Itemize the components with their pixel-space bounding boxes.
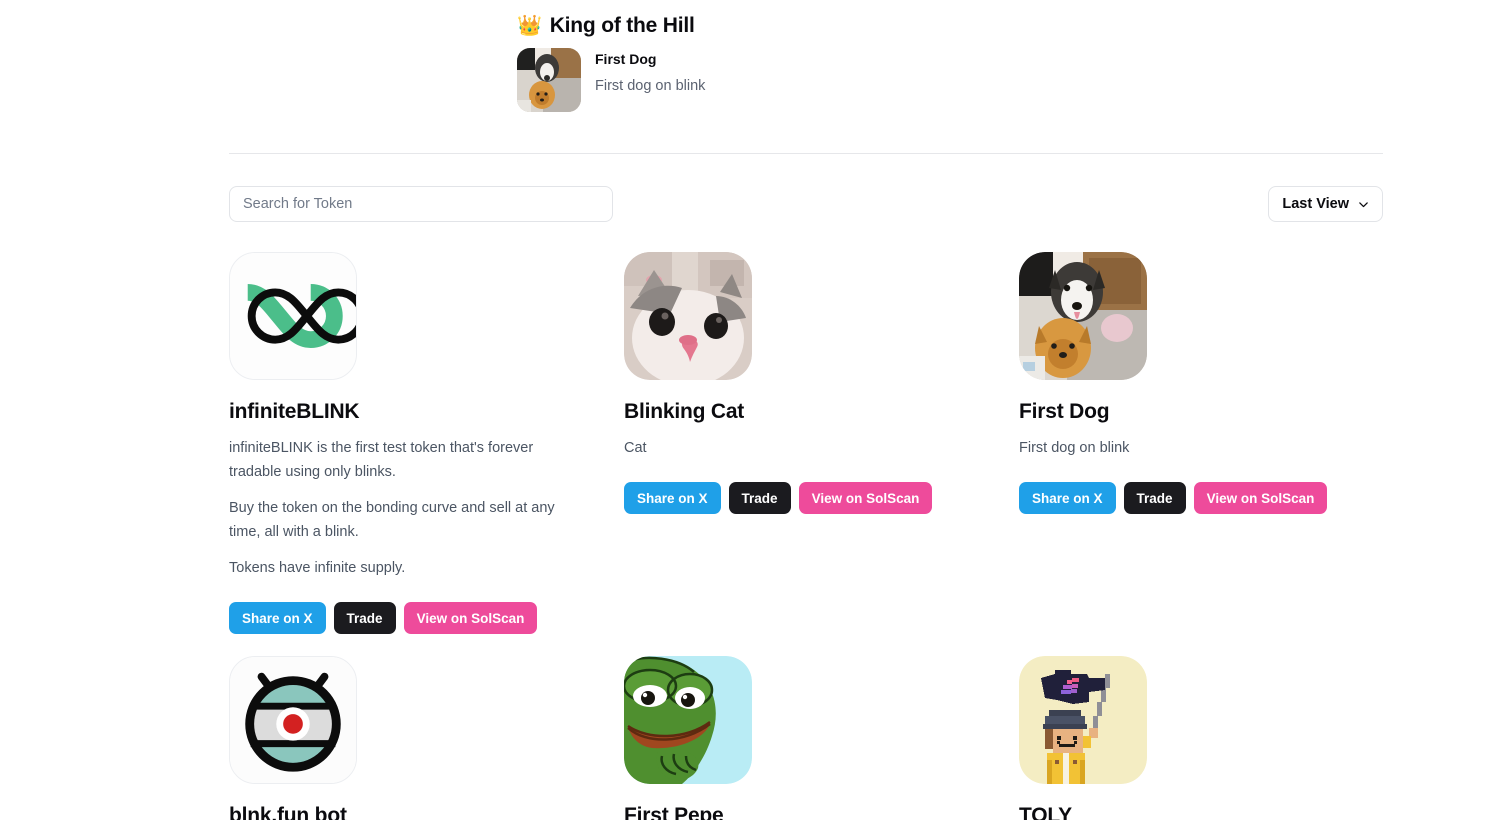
token-card-actions: Share on X Trade View on SolScan: [624, 482, 954, 514]
first-dog-avatar: [1019, 252, 1147, 380]
king-of-the-hill-title: 👑 King of the Hill: [517, 14, 1037, 38]
robot-head-icon: [229, 656, 357, 784]
token-card-name: TOLY: [1019, 804, 1072, 820]
token-card[interactable]: blnk.fun bot: [229, 656, 559, 820]
token-card-actions: Share on X Trade View on SolScan: [1019, 482, 1349, 514]
token-card[interactable]: Blinking Cat Cat Share on X Trade View o…: [624, 252, 954, 514]
token-card-name: blnk.fun bot: [229, 804, 347, 820]
sort-dropdown-label: Last View: [1282, 196, 1349, 212]
token-grid: infiniteBLINK infiniteBLINK is the first…: [229, 252, 1383, 820]
crown-icon: 👑: [517, 15, 542, 37]
king-of-the-hill-token-name: First Dog: [595, 51, 657, 67]
trade-button[interactable]: Trade: [1123, 482, 1186, 514]
token-card-name: infiniteBLINK: [229, 400, 360, 423]
token-card-desc-line: Tokens have infinite supply.: [229, 560, 406, 576]
token-card[interactable]: TOLY: [1019, 656, 1349, 820]
king-of-the-hill-title-text: King of the Hill: [549, 14, 695, 37]
view-on-solscan-button[interactable]: View on SolScan: [1193, 482, 1328, 514]
king-of-the-hill-section: 👑 King of the Hill First Dog First dog o…: [517, 14, 1037, 112]
first-dog-avatar: [517, 48, 581, 112]
token-card[interactable]: First Dog First dog on blink Share on X …: [1019, 252, 1349, 514]
token-card-desc-line: infiniteBLINK is the first test token th…: [229, 440, 534, 480]
view-on-solscan-button[interactable]: View on SolScan: [403, 602, 538, 634]
token-card-desc-line: Cat: [624, 440, 647, 456]
section-divider: [229, 153, 1383, 154]
token-listing-page: 👑 King of the Hill First Dog First dog o…: [0, 0, 1506, 820]
toolbar: Last View: [229, 186, 1383, 222]
search-input[interactable]: [229, 186, 613, 222]
pepe-frog-avatar: [624, 656, 752, 784]
king-of-the-hill-token[interactable]: First Dog First dog on blink: [517, 48, 1037, 112]
token-card-actions: Share on X Trade View on SolScan: [229, 602, 559, 634]
token-card-name: First Pepe: [624, 804, 724, 820]
infinity-logo-icon: [229, 252, 357, 380]
blinking-cat-avatar: [624, 252, 752, 380]
token-card-name: Blinking Cat: [624, 400, 745, 423]
king-of-the-hill-token-desc: First dog on blink: [595, 78, 706, 94]
token-card-desc-line: Buy the token on the bonding curve and s…: [229, 500, 555, 540]
view-on-solscan-button[interactable]: View on SolScan: [798, 482, 933, 514]
token-card-desc-line: First dog on blink: [1019, 440, 1130, 456]
sort-dropdown[interactable]: Last View: [1268, 186, 1383, 222]
share-on-x-button[interactable]: Share on X: [229, 602, 326, 634]
pixel-pirate-avatar: [1019, 656, 1147, 784]
king-of-the-hill-meta: First Dog First dog on blink: [595, 48, 705, 94]
share-on-x-button[interactable]: Share on X: [1019, 482, 1116, 514]
share-on-x-button[interactable]: Share on X: [624, 482, 721, 514]
chevron-down-icon: [1358, 199, 1369, 210]
token-card[interactable]: infiniteBLINK infiniteBLINK is the first…: [229, 252, 559, 634]
trade-button[interactable]: Trade: [333, 602, 396, 634]
token-card[interactable]: First Pepe: [624, 656, 954, 820]
token-card-name: First Dog: [1019, 400, 1110, 423]
trade-button[interactable]: Trade: [728, 482, 791, 514]
